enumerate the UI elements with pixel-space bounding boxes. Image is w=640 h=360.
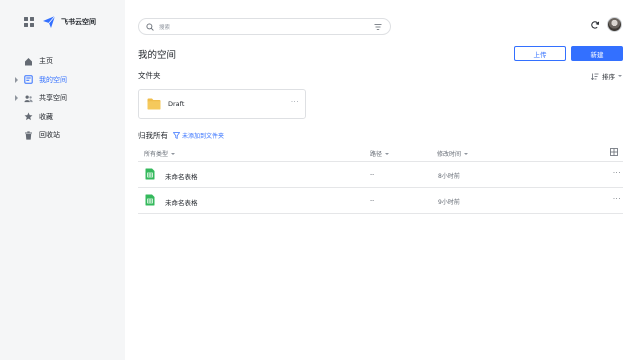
table-row[interactable]: 未命名表格 -- 8小时前 ··· xyxy=(138,162,623,188)
user-avatar[interactable] xyxy=(607,17,622,32)
folder-card[interactable]: Draft ··· xyxy=(138,89,306,119)
folder-icon xyxy=(147,98,161,110)
sidebar: 飞书云空间 主页 我的空间 共享空间 收藏 回收站 xyxy=(0,0,125,360)
grid-view-icon[interactable] xyxy=(610,148,618,156)
table-header: 所有类型 路径 修改时间 xyxy=(138,144,623,162)
expand-caret-icon[interactable] xyxy=(15,76,18,83)
my-space-icon xyxy=(24,75,33,84)
trash-icon xyxy=(24,131,33,140)
chevron-down-icon xyxy=(464,152,469,155)
search-placeholder: 搜索 xyxy=(159,24,171,31)
search-icon xyxy=(146,22,154,31)
apps-grid-icon[interactable] xyxy=(24,17,34,27)
spreadsheet-icon xyxy=(145,168,155,180)
column-modified[interactable]: 修改时间 xyxy=(437,149,469,158)
expand-caret-icon[interactable] xyxy=(15,95,18,101)
sort-icon xyxy=(591,73,599,80)
sidebar-nav: 主页 我的空间 共享空间 收藏 回收站 xyxy=(12,52,120,145)
file-name[interactable]: 未命名表格 xyxy=(165,171,198,181)
more-options-icon[interactable]: ··· xyxy=(291,98,299,106)
sidebar-item-label: 回收站 xyxy=(39,131,60,140)
filter-note[interactable]: 未添加到文件夹 xyxy=(182,131,224,140)
spreadsheet-icon xyxy=(145,194,155,206)
upload-button[interactable]: 上传 xyxy=(514,46,566,61)
chevron-down-icon xyxy=(618,75,622,77)
column-label: 修改时间 xyxy=(437,151,462,158)
sync-icon[interactable] xyxy=(590,20,600,30)
filter-funnel-icon[interactable] xyxy=(173,132,180,139)
shared-space-icon xyxy=(24,94,33,103)
app-window: 飞书云空间 主页 我的空间 共享空间 收藏 回收站 搜索 我的空间 上传 新建 … xyxy=(0,0,640,360)
feishu-logo-icon xyxy=(43,15,56,28)
sidebar-item-label: 共享空间 xyxy=(39,94,67,103)
sidebar-item-my-space[interactable]: 我的空间 xyxy=(12,71,120,90)
file-name[interactable]: 未命名表格 xyxy=(165,197,198,207)
sidebar-item-label: 收藏 xyxy=(39,112,53,121)
file-path: -- xyxy=(370,171,375,178)
app-title: 飞书云空间 xyxy=(61,18,96,26)
filter-icon[interactable] xyxy=(374,23,382,31)
owned-section-title: 归我所有 xyxy=(138,131,168,140)
file-path: -- xyxy=(370,197,375,204)
column-path[interactable]: 路径 xyxy=(370,149,390,158)
owned-section-header: 归我所有 未添加到文件夹 xyxy=(138,130,224,141)
column-label: 路径 xyxy=(370,151,383,158)
file-modified: 9小时前 xyxy=(438,199,460,206)
file-modified: 8小时前 xyxy=(438,173,460,180)
column-type[interactable]: 所有类型 xyxy=(144,149,176,158)
chevron-down-icon xyxy=(385,152,390,155)
sidebar-item-favorites[interactable]: 收藏 xyxy=(12,108,120,127)
more-options-icon[interactable]: ··· xyxy=(613,169,621,177)
search-input[interactable]: 搜索 xyxy=(138,18,391,35)
column-label: 所有类型 xyxy=(144,151,169,158)
sidebar-item-shared-space[interactable]: 共享空间 xyxy=(12,89,120,108)
sidebar-item-home[interactable]: 主页 xyxy=(12,52,120,71)
sort-label: 排序 xyxy=(602,73,615,81)
sidebar-item-label: 主页 xyxy=(39,57,53,66)
sidebar-item-label: 我的空间 xyxy=(39,75,67,84)
page-title: 我的空间 xyxy=(138,50,177,61)
more-options-icon[interactable]: ··· xyxy=(613,195,621,203)
new-button[interactable]: 新建 xyxy=(571,46,623,61)
folders-section-title: 文件夹 xyxy=(138,71,161,80)
file-table: 所有类型 路径 修改时间 未命名表格 -- 8小时前 ··· 未命名表格 -- … xyxy=(138,144,623,214)
table-row[interactable]: 未命名表格 -- 9小时前 ··· xyxy=(138,188,623,214)
app-header: 飞书云空间 xyxy=(24,14,96,30)
chevron-down-icon xyxy=(171,152,176,155)
main-content: 搜索 我的空间 上传 新建 文件夹 排序 Draft ··· 归我所有 未添加到… xyxy=(125,0,640,360)
sidebar-item-trash[interactable]: 回收站 xyxy=(12,126,120,145)
folder-name: Draft xyxy=(168,100,185,108)
home-icon xyxy=(24,57,33,66)
star-icon xyxy=(24,112,33,121)
sort-dropdown[interactable]: 排序 xyxy=(591,71,622,81)
